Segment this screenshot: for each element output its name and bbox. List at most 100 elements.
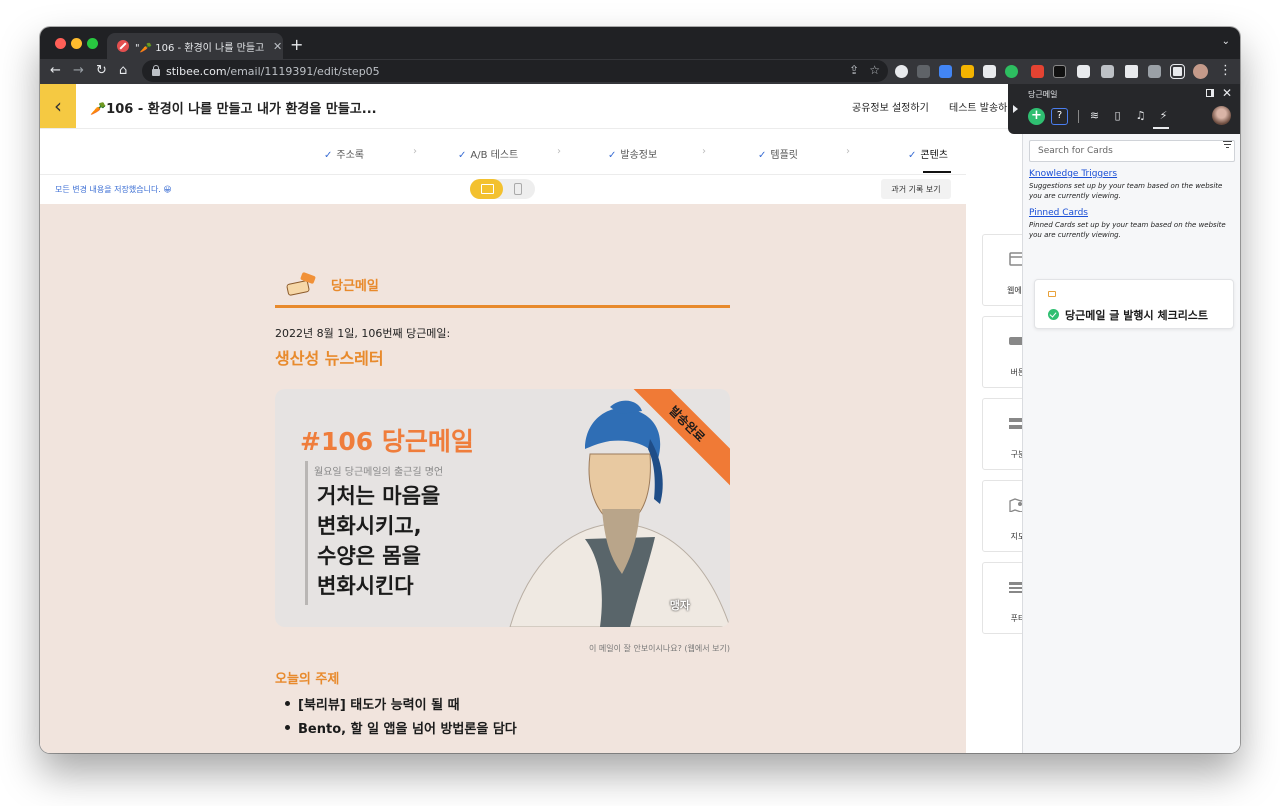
brand-header[interactable]: 당근메일 — [285, 271, 379, 297]
forward-arrow-icon[interactable]: → — [73, 63, 84, 78]
url-path: /email/1119391/edit/step05 — [226, 64, 380, 78]
pinned-cards-description: Pinned Cards set up by your team based o… — [1029, 221, 1226, 239]
test-send-link[interactable]: 테스트 발송하 — [949, 99, 1007, 114]
topic-heading[interactable]: 오늘의 주제 — [275, 668, 339, 687]
hero-image[interactable]: #106 당근메일 월요일 당근메일의 출근길 명언 거처는 마음을 변화시키고… — [275, 389, 730, 627]
mobile-view-button[interactable] — [514, 183, 522, 195]
reading-list-icon[interactable] — [1148, 65, 1161, 78]
knowledge-triggers-link[interactable]: Knowledge Triggers — [1029, 169, 1117, 179]
profile-avatar[interactable] — [1193, 64, 1208, 79]
evernote-extension-icon[interactable] — [1005, 65, 1018, 78]
email-canvas[interactable]: 당근메일 2022년 8월 1일, 106번째 당근메일: 생산성 뉴스레터 #… — [40, 204, 966, 753]
quote-bar — [305, 461, 308, 605]
book-icon — [1048, 291, 1056, 297]
side-panel-icon[interactable] — [1170, 64, 1185, 79]
lightning-icon[interactable]: ⚡ — [1157, 109, 1170, 122]
help-button[interactable]: ? — [1051, 108, 1068, 125]
tab-strip: "🥕 106 - 환경이 나를 만들고 내가 ✕ + ⌄ — [40, 27, 1240, 59]
share-settings-link[interactable]: 공유정보 설정하기 — [852, 99, 929, 114]
tab-search-icon[interactable]: ⌄ — [1222, 36, 1230, 47]
check-icon: ✓ — [324, 150, 333, 161]
history-button[interactable]: 과거 기록 보기 — [881, 179, 951, 199]
back-arrow-icon[interactable]: ← — [50, 63, 61, 78]
toolbar-divider — [1078, 110, 1079, 123]
home-icon[interactable]: ⌂ — [119, 63, 127, 78]
extension-icon[interactable] — [1077, 65, 1090, 78]
filter-icon[interactable] — [1223, 141, 1232, 148]
close-window-button[interactable] — [55, 38, 66, 49]
brand-divider — [275, 305, 730, 308]
extension-title: 당근메일 — [1028, 90, 1058, 99]
step-navigation: ✓ 주소록 › ✓ A/B 테스트 › ✓ 발송정보 › ✓ 템플릿 › ✓ 콘텐츠 — [40, 146, 1020, 162]
check-icon: ✓ — [458, 150, 467, 161]
steps-divider — [40, 174, 966, 175]
card-title: 당근메일 글 발행시 체크리스트 — [1065, 309, 1209, 322]
add-card-button[interactable]: + — [1028, 108, 1045, 125]
dock-panel-icon[interactable] — [1206, 89, 1214, 97]
share-icon[interactable]: ⇪ — [849, 63, 859, 77]
email-date-line[interactable]: 2022년 8월 1일, 106번째 당근메일: — [275, 325, 450, 341]
email-subheading[interactable]: 생산성 뉴스레터 — [275, 345, 384, 369]
active-step-indicator — [923, 171, 951, 173]
check-icon: ✓ — [908, 150, 917, 161]
collapse-arrow-icon[interactable] — [1013, 105, 1018, 113]
hero-image-caption: 맹자 — [669, 599, 690, 612]
extension-icon[interactable] — [895, 65, 908, 78]
chevron-right-icon: › — [702, 146, 706, 157]
browser-tab[interactable]: "🥕 106 - 환경이 나를 만들고 내가 ✕ — [107, 33, 283, 59]
url-domain: stibee.com — [166, 64, 227, 78]
pinned-cards-link[interactable]: Pinned Cards — [1029, 208, 1088, 218]
puzzle-extensions-icon[interactable] — [1125, 65, 1138, 78]
list-item: Bento, 할 일 앱을 넘어 방법론을 담다 — [285, 715, 517, 739]
layers-icon[interactable]: ≋ — [1088, 109, 1101, 122]
stibee-favicon-icon — [117, 40, 129, 52]
desktop-view-button[interactable] — [470, 179, 503, 199]
address-bar[interactable]: stibee.com /email/1119391/edit/step05 ⇪ … — [142, 60, 888, 82]
step-send-info[interactable]: ✓ 발송정보 — [608, 146, 657, 161]
user-avatar[interactable] — [1212, 106, 1231, 125]
back-button[interactable]: ‹ — [40, 84, 76, 128]
card-search-input[interactable]: Search for Cards — [1029, 140, 1235, 162]
extension-side-panel: Search for Cards Knowledge Triggers Sugg… — [1022, 134, 1240, 753]
maximize-window-button[interactable] — [87, 38, 98, 49]
minimize-window-button[interactable] — [71, 38, 82, 49]
book-icon[interactable]: ▯ — [1111, 109, 1124, 122]
suggested-card[interactable]: 당근메일 글 발행시 체크리스트 — [1034, 279, 1234, 329]
browser-toolbar: ← → ↻ ⌂ stibee.com /email/1119391/edit/s… — [40, 59, 1240, 84]
hero-issue-number: #106 당근메일 — [300, 427, 474, 456]
tab-close-icon[interactable]: ✕ — [273, 40, 282, 53]
translate-extension-icon[interactable] — [939, 65, 952, 78]
extension-icon[interactable] — [961, 65, 974, 78]
step-template[interactable]: ✓ 템플릿 — [758, 146, 798, 161]
brand-name: 당근메일 — [331, 278, 379, 294]
topic-list[interactable]: [북리뷰] 태도가 능력이 될 때 Bento, 할 일 앱을 넘어 방법론을 … — [285, 691, 517, 739]
chevron-right-icon: › — [557, 146, 561, 157]
step-contents[interactable]: ✓ 콘텐츠 — [908, 146, 948, 161]
device-toggle — [470, 179, 535, 199]
webview-link[interactable]: 이 메일이 잘 안보이시나요? (웹에서 보기) — [589, 643, 730, 654]
chevron-right-icon: › — [846, 146, 850, 157]
todoist-extension-icon[interactable] — [1031, 65, 1044, 78]
chevron-left-icon: ‹ — [54, 94, 62, 118]
bell-icon[interactable]: ♫ — [1134, 109, 1147, 122]
hero-quote: 거처는 마음을 변화시키고, 수양은 몸을 변화시킨다 — [317, 484, 441, 598]
extension-icon[interactable] — [917, 65, 930, 78]
reload-icon[interactable]: ↻ — [96, 63, 107, 78]
step-address-book[interactable]: ✓ 주소록 — [324, 146, 364, 161]
save-status: 모든 변경 내용을 저장했습니다. 😀 — [55, 185, 172, 194]
active-tab-indicator — [1153, 127, 1169, 129]
new-tab-button[interactable]: + — [290, 35, 303, 54]
extension-header: 당근메일 ✕ + ? ≋ ▯ ♫ ⚡ — [1008, 84, 1240, 134]
extension-icon[interactable] — [983, 65, 996, 78]
menu-kebab-icon[interactable]: ⋮ — [1219, 63, 1232, 78]
hero-small-caption: 월요일 당근메일의 출근길 명언 — [314, 467, 444, 478]
check-icon: ✓ — [608, 150, 617, 161]
close-icon[interactable]: ✕ — [1222, 86, 1232, 100]
step-ab-test[interactable]: ✓ A/B 테스트 — [458, 146, 518, 161]
verified-check-icon — [1048, 309, 1059, 320]
check-icon: ✓ — [758, 150, 767, 161]
bookmark-star-icon[interactable]: ☆ — [869, 63, 880, 77]
extension-icon[interactable] — [1053, 65, 1066, 78]
chevron-right-icon: › — [413, 146, 417, 157]
extension-icon[interactable] — [1101, 65, 1114, 78]
